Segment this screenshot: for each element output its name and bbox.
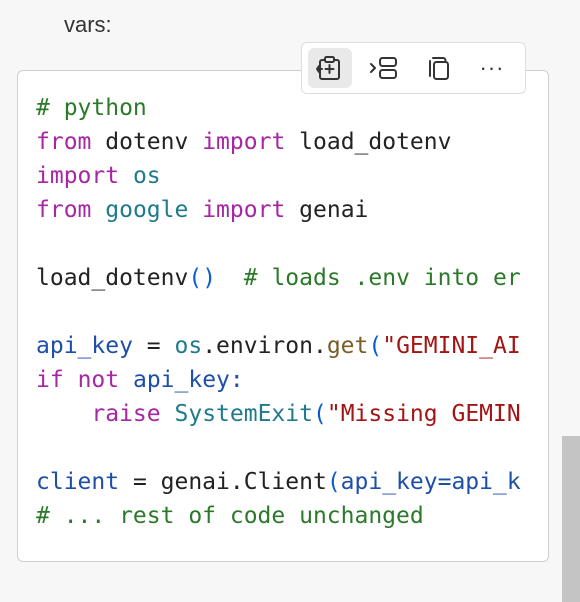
apply-code-button[interactable] <box>362 48 406 88</box>
code-line: if not api_key: <box>36 367 244 393</box>
code-line: # python <box>36 95 147 121</box>
code-line: import os <box>36 163 161 189</box>
copy-icon <box>429 57 449 80</box>
apply-to-editor-icon <box>370 57 397 79</box>
code-line: client = genai.Client(api_key=api_k <box>36 469 521 495</box>
code-toolbar: ··· <box>301 42 526 94</box>
more-options-button[interactable]: ··· <box>470 48 514 88</box>
code-line: api_key = os.environ.get("GEMINI_AI <box>36 333 521 359</box>
code-line: raise SystemExit("Missing GEMIN <box>91 401 521 427</box>
clipboard-insert-icon <box>316 56 340 80</box>
code-line: from google import genai <box>36 197 369 223</box>
ellipsis-icon: ··· <box>479 55 505 80</box>
scrollbar-thumb[interactable] <box>562 436 580 602</box>
insert-code-button[interactable] <box>308 48 352 88</box>
code-content: # python from dotenv import load_dotenvim… <box>36 91 521 533</box>
copy-code-button[interactable] <box>416 48 460 88</box>
code-line: load_dotenv() # loads .env into er <box>36 265 521 291</box>
intro-text: vars: <box>64 12 112 37</box>
code-line: from dotenv import load_dotenv <box>36 129 452 155</box>
code-block: # python from dotenv import load_dotenvim… <box>17 70 549 562</box>
code-line: # ... rest of code unchanged <box>36 503 424 529</box>
